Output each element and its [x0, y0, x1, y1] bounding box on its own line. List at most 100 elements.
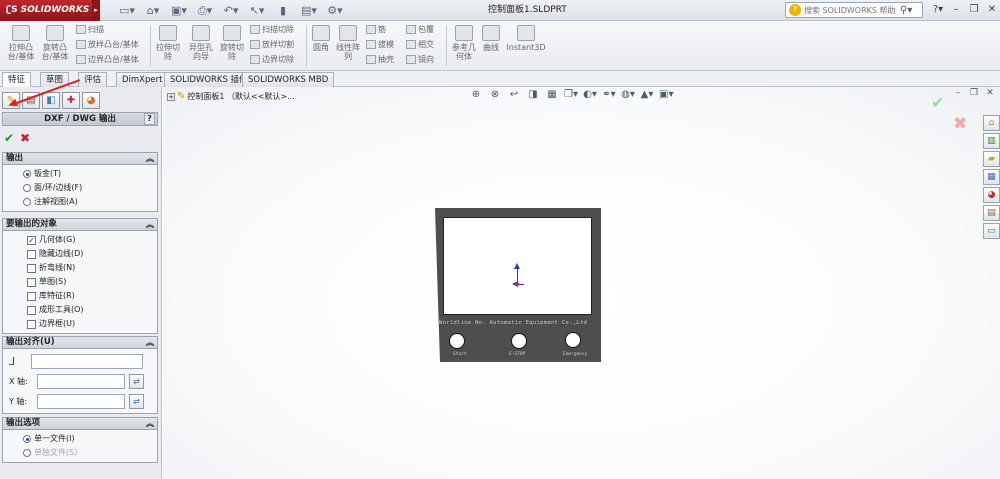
viewport-close-icon[interactable]: ✕ [983, 87, 997, 99]
edit-appearance-icon[interactable]: ◍▾ [621, 88, 635, 102]
intersect-button[interactable]: 相交 [406, 39, 434, 50]
section-view-icon[interactable]: ◨ [526, 88, 540, 102]
logo-expand-icon[interactable]: ▸ [92, 0, 100, 21]
display-style-icon[interactable]: ◐▾ [583, 88, 597, 102]
y-axis-input[interactable] [37, 393, 125, 409]
open-icon[interactable]: ⌂▾ [142, 3, 164, 18]
output-alignment-header[interactable]: 输出对齐(U) ︽ [3, 337, 157, 349]
bend-lines-checkbox[interactable]: 折弯线(N) [3, 261, 157, 275]
previous-view-icon[interactable]: ↩ [507, 88, 521, 102]
single-file-radio[interactable]: 单一文件(I) [3, 432, 157, 446]
output-options-header[interactable]: 输出选项 ︽ [3, 418, 157, 430]
print-icon[interactable]: ⎙▾ [194, 3, 216, 18]
tab-addins[interactable]: SOLIDWORKS 插件 [164, 72, 254, 87]
collapse-icon[interactable]: ︽ [146, 418, 154, 429]
confirmation-ok-icon[interactable]: ✔ [931, 93, 944, 112]
draft-button[interactable]: 拔模 [366, 39, 394, 50]
extrude-cut-button[interactable]: 拉伸切 除 [154, 25, 182, 61]
reverse-direction-icon[interactable]: ⇄ [129, 393, 144, 409]
configuration-manager-tab-icon[interactable]: ◧ [42, 92, 60, 109]
sketches-checkbox[interactable]: 草图(S) [3, 275, 157, 289]
origin-input[interactable] [31, 353, 143, 369]
zoom-to-fit-icon[interactable]: ⊕ [469, 88, 483, 102]
rib-button[interactable]: 筋 [366, 24, 386, 35]
undo-icon[interactable]: ↶▾ [220, 3, 242, 18]
options-icon[interactable]: ⚙▾ [324, 3, 346, 18]
hole-wizard-button[interactable]: 异型孔 向导 [186, 25, 216, 61]
search-icon[interactable]: ⚲▾ [900, 5, 912, 16]
reference-geometry-button[interactable]: 参考几 何体 [450, 25, 478, 61]
extrude-boss-button[interactable]: 拉伸凸 台/基体 [6, 25, 36, 61]
cancel-x-icon[interactable]: ✖ [20, 131, 30, 145]
boundary-cut-button[interactable]: 边界切除 [250, 54, 294, 65]
solidworks-resources-icon[interactable]: ⌂ [983, 115, 1000, 131]
linear-pattern-button[interactable]: 线性阵 列 [334, 25, 362, 61]
output-annotation-view-radio[interactable]: 注解视图(A) [3, 195, 157, 209]
sweep-cut-button[interactable]: 扫描切除 [250, 24, 294, 35]
fillet-button[interactable]: 圆角 [310, 25, 332, 52]
tab-evaluate[interactable]: 评估 [78, 72, 108, 87]
reverse-direction-icon[interactable]: ⇄ [129, 373, 144, 389]
flyout-tree-part[interactable]: + ✎ 控制面板1 （默认<<默认>... [167, 91, 295, 102]
tab-features[interactable]: 特征 [2, 72, 32, 88]
revolve-cut-button[interactable]: 旋转切 除 [218, 25, 246, 61]
zoom-to-area-icon[interactable]: ⊗ [488, 88, 502, 102]
hidden-edges-checkbox[interactable]: 隐藏边线(D) [3, 247, 157, 261]
restore-icon[interactable]: ❐ [966, 2, 982, 18]
wrap-button[interactable]: 包覆 [406, 24, 434, 35]
dynamic-annotation-icon[interactable]: ▦ [545, 88, 559, 102]
shell-button[interactable]: 抽壳 [366, 54, 394, 65]
solidworks-logo[interactable]: ʗS SOLIDWORKS [0, 0, 92, 21]
tab-mbd[interactable]: SOLIDWORKS MBD [242, 72, 335, 87]
geometry-checkbox[interactable]: ✓ 几何体(G) [3, 233, 157, 247]
confirmation-cancel-icon[interactable]: ✖ [953, 114, 967, 134]
loft-cut-button[interactable]: 放样切割 [250, 39, 294, 50]
help-search-input[interactable] [804, 5, 900, 15]
graphics-viewport[interactable]: ⊕ ⊗ ↩ ◨ ▦ ❒▾ ◐▾ ⚭▾ ◍▾ ▲▾ ▣▾ – ❐ ✕ + ✎ 控制… [163, 87, 1000, 479]
loft-boss-button[interactable]: 放样凸台/基体 [76, 39, 139, 50]
design-library-icon[interactable]: ▥ [983, 133, 1000, 149]
forming-tools-checkbox[interactable]: 成形工具(O) [3, 303, 157, 317]
sweep-button[interactable]: 扫描 [76, 24, 104, 35]
collapse-icon[interactable]: ︽ [146, 153, 154, 164]
tab-dimxpert[interactable]: DimXpert [116, 72, 169, 87]
pm-help-icon[interactable]: ? [144, 113, 155, 125]
ok-check-icon[interactable]: ✔ [4, 131, 14, 145]
new-icon[interactable]: ▭▾ [116, 3, 138, 18]
close-icon[interactable]: ✕ [984, 2, 1000, 18]
viewport-minimize-icon[interactable]: – [951, 87, 965, 99]
expand-icon[interactable]: + [167, 92, 175, 101]
dimxpert-manager-tab-icon[interactable]: ✚ [62, 92, 80, 109]
file-props-icon[interactable]: ▤▾ [298, 3, 320, 18]
minimize-icon[interactable]: – [948, 2, 964, 18]
x-axis-input[interactable] [37, 373, 125, 389]
bounding-box-checkbox[interactable]: 边界框(U) [3, 317, 157, 331]
collapse-icon[interactable]: ︽ [146, 219, 154, 230]
output-faces-loops-edges-radio[interactable]: 面/环/边线(F) [3, 181, 157, 195]
library-features-checkbox[interactable]: 库特征(R) [3, 289, 157, 303]
output-group-header[interactable]: 输出 ︽ [3, 153, 157, 165]
export-objects-header[interactable]: 要输出的对象 ︽ [3, 219, 157, 231]
collapse-icon[interactable]: ︽ [146, 337, 154, 348]
revolve-boss-button[interactable]: 旋转凸 台/基体 [40, 25, 70, 61]
viewport-restore-icon[interactable]: ❐ [967, 87, 981, 99]
output-sheet-metal-radio[interactable]: 钣金(T) [3, 167, 157, 181]
instant3d-button[interactable]: Instant3D [506, 25, 546, 52]
custom-properties-icon[interactable]: ▤ [983, 205, 1000, 221]
select-icon[interactable]: ↖▾ [246, 3, 268, 18]
question-icon[interactable]: ?▾ [930, 2, 946, 18]
appearances-icon[interactable]: ◕ [983, 187, 1000, 203]
hide-show-items-icon[interactable]: ⚭▾ [602, 88, 616, 102]
view-settings-icon[interactable]: ▣▾ [659, 88, 673, 102]
display-manager-tab-icon[interactable]: ◕ [82, 92, 100, 109]
save-icon[interactable]: ▣▾ [168, 3, 190, 18]
rebuild-icon[interactable]: ▮ [272, 3, 294, 18]
boundary-boss-button[interactable]: 边界凸台/基体 [76, 54, 139, 65]
view-orientation-icon[interactable]: ❒▾ [564, 88, 578, 102]
forum-icon[interactable]: ▭ [983, 223, 1000, 239]
mirror-button[interactable]: 镜向 [406, 54, 434, 65]
view-palette-icon[interactable]: ▦ [983, 169, 1000, 185]
curves-button[interactable]: 曲线 [480, 25, 502, 52]
apply-scene-icon[interactable]: ▲▾ [640, 88, 654, 102]
file-explorer-icon[interactable]: ▰ [983, 151, 1000, 167]
